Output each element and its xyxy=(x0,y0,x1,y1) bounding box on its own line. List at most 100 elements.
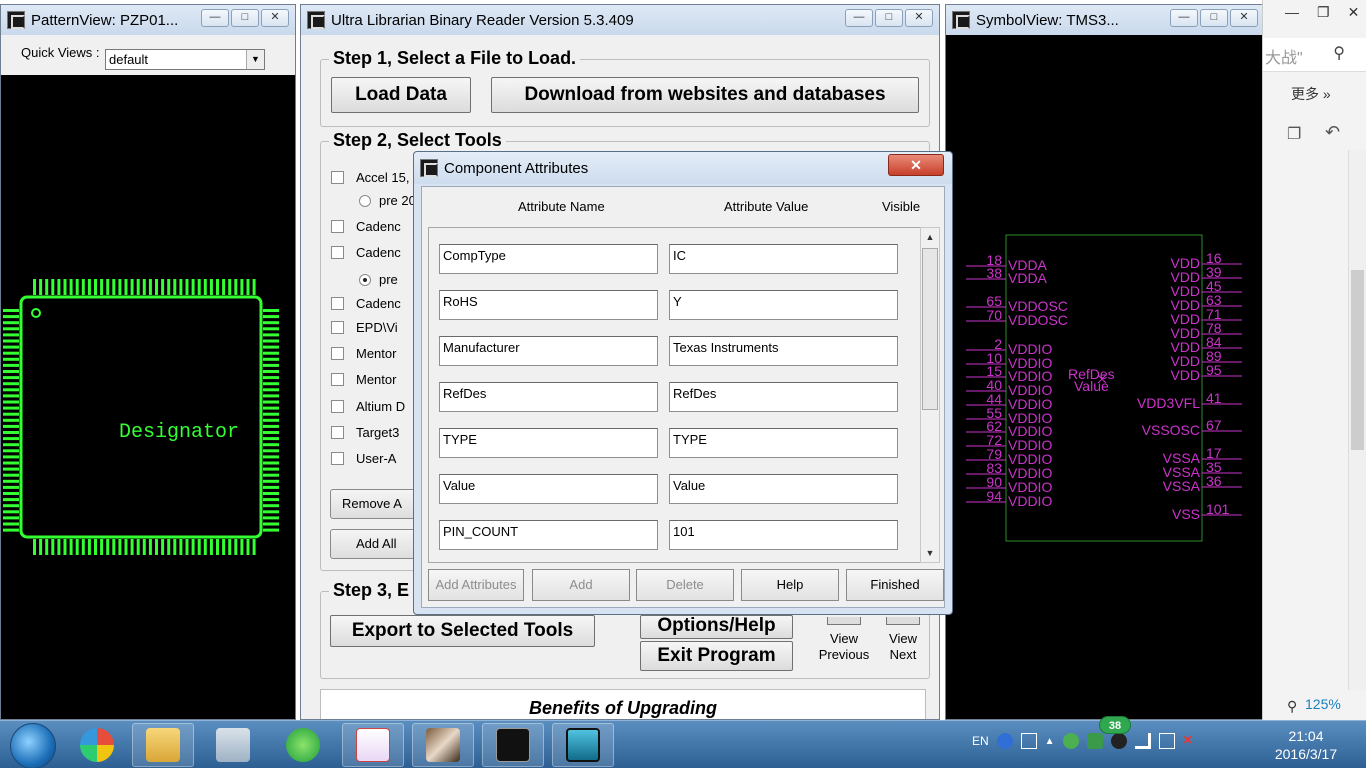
close-button[interactable]: ✕ xyxy=(905,9,933,27)
attribute-value-field[interactable]: IC xyxy=(669,244,898,274)
taskbar-app-tool[interactable] xyxy=(552,723,614,767)
scroll-down-icon[interactable]: ▼ xyxy=(921,544,939,562)
tool-checkbox[interactable]: Cadenc xyxy=(331,296,401,311)
quick-views-select[interactable]: default ▼ xyxy=(105,49,265,70)
scroll-thumb[interactable] xyxy=(1351,270,1364,450)
attribute-name-field[interactable]: CompType xyxy=(439,244,658,274)
maximize-button[interactable]: □ xyxy=(231,9,259,27)
browser-search-box[interactable]: 大战" ⚲ xyxy=(1263,38,1366,72)
attribute-value-field[interactable]: Y xyxy=(669,290,898,320)
taskbar-app-explorer[interactable] xyxy=(132,723,194,767)
taskbar-app-ultra-librarian[interactable] xyxy=(482,723,544,767)
browser-scrollbar[interactable] xyxy=(1348,150,1366,690)
symbol-view-title: SymbolView: TMS3... xyxy=(976,11,1119,29)
signal-icon[interactable] xyxy=(1134,733,1151,749)
options-help-button[interactable]: Options/Help xyxy=(640,615,793,639)
view-previous-button[interactable]: View Previous xyxy=(813,617,875,663)
download-button[interactable]: Download from websites and databases xyxy=(491,77,919,113)
symbol-view-titlebar[interactable]: SymbolView: TMS3... — □ ✕ xyxy=(946,5,1262,35)
attribute-value-field[interactable]: TYPE xyxy=(669,428,898,458)
attribute-name-field[interactable]: PIN_COUNT xyxy=(439,520,658,550)
minimize-button[interactable]: — xyxy=(201,9,229,27)
tool-radio[interactable]: pre xyxy=(359,272,398,287)
pattern-canvas[interactable]: Designator xyxy=(1,75,295,719)
battery-icon[interactable] xyxy=(1158,733,1175,749)
pen-icon[interactable] xyxy=(1020,733,1037,749)
minimize-button[interactable]: — xyxy=(1285,4,1299,21)
taskbar-app-calculator[interactable] xyxy=(202,723,264,767)
main-titlebar[interactable]: Ultra Librarian Binary Reader Version 5.… xyxy=(301,5,939,35)
tool-checkbox[interactable]: Mentor xyxy=(331,372,396,387)
tool-checkbox[interactable]: Accel 15, xyxy=(331,170,409,185)
add-button[interactable]: Add xyxy=(532,569,630,601)
volume-muted-icon[interactable]: ✕ xyxy=(1183,733,1199,749)
chevron-up-icon[interactable]: ▲ xyxy=(1045,736,1055,747)
view-next-label: View Next xyxy=(889,631,917,662)
attribute-name-field[interactable]: TYPE xyxy=(439,428,658,458)
add-attributes-button[interactable]: Add Attributes xyxy=(428,569,524,601)
scroll-thumb[interactable] xyxy=(922,248,938,410)
taskbar-app-pdf[interactable] xyxy=(342,723,404,767)
zoom-level[interactable]: 125% xyxy=(1305,696,1341,712)
plus-icon[interactable] xyxy=(1062,733,1079,749)
attribute-name-field[interactable]: RoHS xyxy=(439,290,658,320)
tool-checkbox[interactable]: Cadenc xyxy=(331,245,401,260)
tabs-icon[interactable]: ❐ xyxy=(1287,124,1301,144)
pad xyxy=(81,539,85,555)
help-button[interactable]: Help xyxy=(741,569,839,601)
attribute-name-field[interactable]: Value xyxy=(439,474,658,504)
attribute-value-field[interactable]: Value xyxy=(669,474,898,504)
tool-radio[interactable]: pre 20 xyxy=(359,193,416,208)
close-button[interactable]: ✕ xyxy=(1230,9,1258,27)
delete-button[interactable]: Delete xyxy=(636,569,734,601)
close-button[interactable]: ✕ xyxy=(261,9,289,27)
tool-checkbox[interactable]: Altium D xyxy=(331,399,405,414)
export-button[interactable]: Export to Selected Tools xyxy=(330,615,595,647)
symbol-canvas[interactable]: 18 VDDA 38 VDDA 65 VDDOSC 70 VDDOSC 2 VDDIO 10 VDDI… xyxy=(952,39,1254,719)
penguin-icon[interactable] xyxy=(1110,733,1127,749)
maximize-button[interactable]: □ xyxy=(875,9,903,27)
help-icon[interactable] xyxy=(996,733,1013,749)
close-icon[interactable]: ✕ xyxy=(888,154,944,176)
more-link[interactable]: 更多 » xyxy=(1291,84,1331,104)
tool-checkbox[interactable]: Target3 xyxy=(331,425,399,440)
pin-name: VDDA xyxy=(1008,270,1048,286)
dialog-titlebar[interactable]: Component Attributes ✕ xyxy=(414,152,952,184)
pattern-view-titlebar[interactable]: PatternView: PZP01... — □ ✕ xyxy=(1,5,295,35)
minimize-button[interactable]: — xyxy=(1170,9,1198,27)
finished-button[interactable]: Finished xyxy=(846,569,944,601)
attribute-name-field[interactable]: Manufacturer xyxy=(439,336,658,366)
taskbar-app-pinwheel[interactable] xyxy=(66,723,128,767)
circuit-icon xyxy=(496,728,530,762)
attribute-name-field[interactable]: RefDes xyxy=(439,382,658,412)
view-next-button[interactable]: View Next xyxy=(875,617,931,663)
taskbar-app-browser[interactable] xyxy=(272,723,334,767)
clock[interactable]: 21:04 2016/3/17 xyxy=(1256,727,1356,763)
attribute-value-field[interactable]: Texas Instruments xyxy=(669,336,898,366)
restore-button[interactable]: ❐ xyxy=(1317,4,1330,21)
chevron-down-icon[interactable]: ▼ xyxy=(246,50,264,69)
tool-checkbox[interactable]: Mentor xyxy=(331,346,396,361)
start-button[interactable] xyxy=(10,723,56,768)
minimize-button[interactable]: — xyxy=(845,9,873,27)
symbol-view-window: SymbolView: TMS3... — □ ✕ 18 VDDA 38 VDDA 65… xyxy=(945,4,1263,720)
undo-icon[interactable]: ↶ xyxy=(1325,122,1340,143)
search-icon[interactable]: ⚲ xyxy=(1333,43,1345,63)
attribute-value-field[interactable]: 101 xyxy=(669,520,898,550)
scroll-up-icon[interactable]: ▲ xyxy=(921,228,939,246)
attribute-scrollbar[interactable]: ▲ ▼ xyxy=(920,227,940,563)
load-data-button[interactable]: Load Data xyxy=(331,77,471,113)
attribute-value-field[interactable]: RefDes xyxy=(669,382,898,412)
taskbar-app-photo[interactable] xyxy=(412,723,474,767)
close-button[interactable]: ✕ xyxy=(1348,4,1360,21)
tool-checkbox[interactable]: Cadenc xyxy=(331,219,401,234)
package-outline xyxy=(19,295,263,539)
tool-checkbox[interactable]: EPD\Vi xyxy=(331,320,398,335)
language-indicator[interactable]: EN xyxy=(972,734,989,748)
tool-checkbox[interactable]: User-A xyxy=(331,451,396,466)
notification-badge[interactable]: 38 xyxy=(1099,716,1131,734)
shield-icon[interactable] xyxy=(1086,733,1103,749)
maximize-button[interactable]: □ xyxy=(1200,9,1228,27)
benefits-banner[interactable]: Benefits of Upgrading xyxy=(320,689,926,719)
exit-program-button[interactable]: Exit Program xyxy=(640,641,793,671)
